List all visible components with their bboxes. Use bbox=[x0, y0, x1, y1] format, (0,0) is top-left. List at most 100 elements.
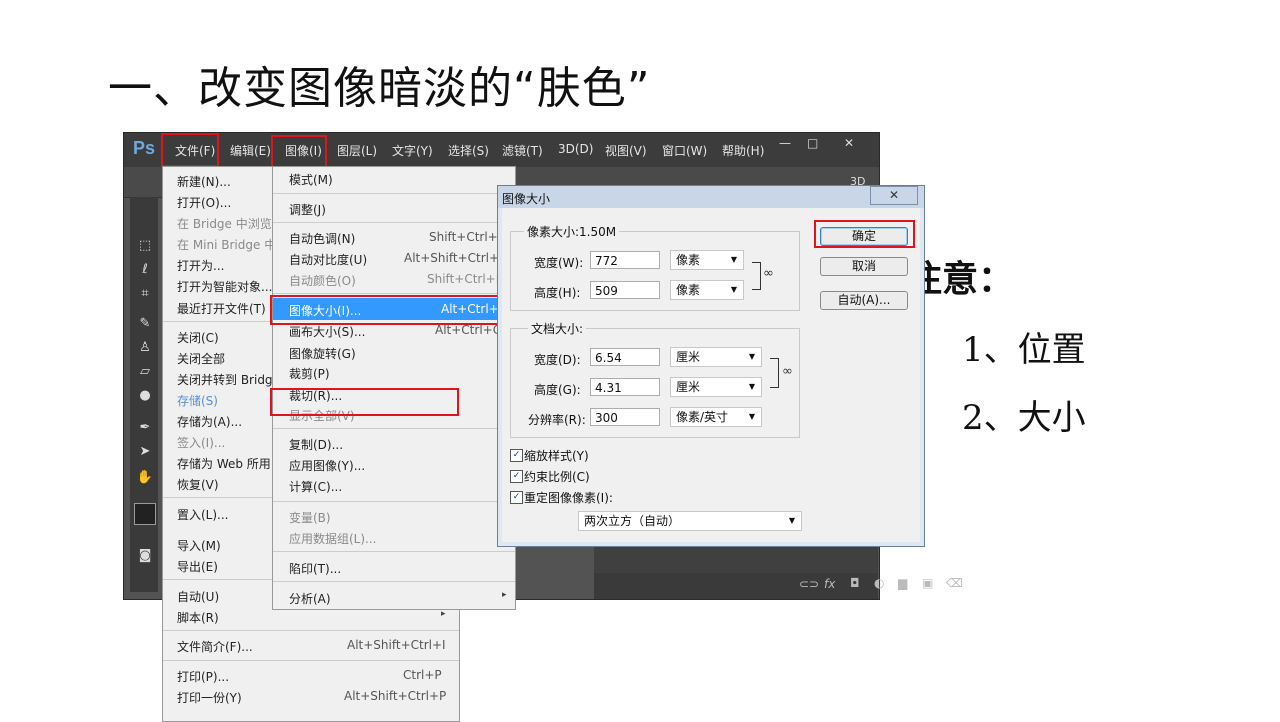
resolution-input[interactable]: 300 bbox=[590, 408, 660, 426]
maximize-icon[interactable]: □ bbox=[807, 136, 818, 150]
file-menu-item[interactable]: 新建(N)... bbox=[177, 173, 231, 190]
pixel-dimensions-label: 像素大小:1.50M bbox=[524, 223, 620, 240]
image-menu-item[interactable]: 画布大小(S)... bbox=[289, 323, 365, 340]
group-folder-icon[interactable]: ▆ bbox=[898, 576, 907, 590]
trash-icon[interactable]: ⌫ bbox=[946, 576, 963, 590]
menu-edit[interactable]: 编辑(E) bbox=[230, 142, 271, 159]
file-menu-item[interactable]: 最近打开文件(T) bbox=[177, 300, 266, 317]
image-menu-item[interactable]: 自动对比度(U) bbox=[289, 251, 367, 268]
file-menu-item[interactable]: 打开为... bbox=[177, 257, 224, 274]
file-menu-item[interactable]: 文件简介(F)... bbox=[177, 638, 253, 655]
file-menu-item-save[interactable]: 存储(S) bbox=[177, 392, 218, 409]
scale-styles-checkbox[interactable]: ✓ bbox=[510, 449, 523, 462]
close-icon[interactable]: ✕ bbox=[844, 136, 854, 150]
image-menu-item[interactable]: 自动颜色(O) bbox=[289, 272, 356, 289]
new-layer-icon[interactable]: ▣ bbox=[922, 576, 933, 590]
file-menu-item[interactable]: 打印一份(Y) bbox=[177, 689, 242, 706]
menu-separator bbox=[273, 428, 515, 429]
pen-tool-icon[interactable]: ✒ bbox=[136, 419, 154, 437]
image-menu-item[interactable]: 图像旋转(G) bbox=[289, 345, 356, 362]
auto-button[interactable]: 自动(A)... bbox=[820, 291, 908, 310]
menu-shortcut: Alt+Ctrl+C bbox=[435, 323, 502, 337]
file-menu-item[interactable]: 在 Bridge 中浏览 bbox=[177, 215, 272, 232]
file-menu-item[interactable]: 在 Mini Bridge 中 bbox=[177, 236, 276, 253]
file-menu-item[interactable]: 签入(I)... bbox=[177, 434, 225, 451]
file-menu-item[interactable]: 关闭全部 bbox=[177, 350, 225, 367]
image-menu-item[interactable]: 模式(M) bbox=[289, 171, 333, 188]
menu-view[interactable]: 视图(V) bbox=[605, 142, 647, 159]
layers-panel-footer: ⊂⊃ fx ◘ ◐ ▆ ▣ ⌫ bbox=[594, 573, 963, 599]
dialog-close-icon[interactable]: ✕ bbox=[870, 186, 918, 205]
image-menu-item[interactable]: 应用数据组(L)... bbox=[289, 530, 377, 547]
menu-separator bbox=[273, 581, 515, 582]
doc-height-unit-value: 厘米 bbox=[676, 380, 701, 394]
lasso-tool-icon[interactable]: ℓ bbox=[136, 261, 154, 279]
width-unit-select[interactable]: 像素 ▼ bbox=[670, 250, 744, 270]
constrain-proportions-checkbox[interactable]: ✓ bbox=[510, 470, 523, 483]
menu-3d[interactable]: 3D(D) bbox=[558, 142, 593, 156]
height-input[interactable]: 509 bbox=[590, 281, 660, 299]
menu-select[interactable]: 选择(S) bbox=[448, 142, 489, 159]
doc-height-unit-select[interactable]: 厘米 ▼ bbox=[670, 377, 762, 397]
mask-icon[interactable]: ◘ bbox=[850, 576, 860, 590]
height-unit-select[interactable]: 像素 ▼ bbox=[670, 280, 744, 300]
image-menu-item[interactable]: 变量(B) bbox=[289, 509, 331, 526]
slide-title: 一、改变图像暗淡的“肤色” bbox=[108, 63, 651, 114]
foreground-color-swatch[interactable] bbox=[134, 503, 156, 525]
menu-bar: Ps 文件(F) 编辑(E) 图像(I) 图层(L) 文字(Y) 选择(S) 滤… bbox=[124, 133, 879, 167]
file-menu-item[interactable]: 存储为(A)... bbox=[177, 413, 242, 430]
doc-height-input[interactable]: 4.31 bbox=[590, 378, 660, 396]
width-input[interactable]: 772 bbox=[590, 251, 660, 269]
image-menu-item[interactable]: 应用图像(Y)... bbox=[289, 457, 365, 474]
file-menu-item[interactable]: 导入(M) bbox=[177, 537, 221, 554]
image-menu-item[interactable]: 自动色调(N) bbox=[289, 230, 355, 247]
menu-type[interactable]: 文字(Y) bbox=[392, 142, 433, 159]
file-menu-item[interactable]: 脚本(R) bbox=[177, 609, 219, 626]
cancel-button[interactable]: 取消 bbox=[820, 257, 908, 276]
doc-width-input[interactable]: 6.54 bbox=[590, 348, 660, 366]
file-menu-item[interactable]: 打开为智能对象... bbox=[177, 278, 272, 295]
image-menu-item[interactable]: 复制(D)... bbox=[289, 436, 343, 453]
adjustment-layer-icon[interactable]: ◐ bbox=[874, 576, 884, 590]
stamp-tool-icon[interactable]: ♙ bbox=[136, 339, 154, 357]
file-menu-item[interactable]: 导出(E) bbox=[177, 558, 218, 575]
resample-checkbox[interactable]: ✓ bbox=[510, 491, 523, 504]
quick-mask-icon[interactable]: ◙ bbox=[136, 547, 154, 565]
resample-method-select[interactable]: 两次立方（自动） ▼ bbox=[578, 511, 802, 531]
minimize-icon[interactable]: — bbox=[779, 136, 791, 150]
height-label: 高度(H): bbox=[534, 286, 581, 300]
image-menu-item[interactable]: 计算(C)... bbox=[289, 478, 342, 495]
menu-layer[interactable]: 图层(L) bbox=[337, 142, 377, 159]
blur-tool-icon[interactable]: ● bbox=[136, 387, 154, 405]
file-menu-item[interactable]: 自动(U) bbox=[177, 588, 219, 605]
menu-shortcut: Shift+Ctrl+L bbox=[429, 230, 505, 244]
crop-tool-icon[interactable]: ⌗ bbox=[136, 285, 154, 303]
image-menu-item[interactable]: 陷印(T)... bbox=[289, 560, 341, 577]
eraser-tool-icon[interactable]: ▱ bbox=[136, 363, 154, 381]
file-menu-item[interactable]: 恢复(V) bbox=[177, 476, 219, 493]
fx-icon[interactable]: fx bbox=[824, 577, 835, 591]
image-menu-item[interactable]: 裁剪(P) bbox=[289, 365, 330, 382]
file-menu-item[interactable]: 关闭(C) bbox=[177, 329, 219, 346]
path-select-tool-icon[interactable]: ➤ bbox=[136, 443, 154, 461]
menu-help[interactable]: 帮助(H) bbox=[722, 142, 764, 159]
image-menu-item[interactable]: 分析(A) bbox=[289, 590, 331, 607]
image-menu-item[interactable]: 调整(J) bbox=[289, 201, 326, 218]
chain-link-icon: ∞ bbox=[782, 364, 793, 379]
hand-tool-icon[interactable]: ✋ bbox=[136, 469, 154, 487]
annotation-box-crop bbox=[270, 388, 459, 416]
doc-width-unit-select[interactable]: 厘米 ▼ bbox=[670, 347, 762, 367]
link-layers-icon[interactable]: ⊂⊃ bbox=[799, 577, 819, 591]
file-menu-item[interactable]: 打印(P)... bbox=[177, 668, 229, 685]
file-menu-item[interactable]: 存储为 Web 所用 bbox=[177, 455, 271, 472]
chevron-down-icon: ▼ bbox=[748, 412, 755, 421]
marquee-tool-icon[interactable]: ⬚ bbox=[136, 237, 154, 255]
chain-link-icon: ∞ bbox=[763, 266, 774, 281]
resolution-unit-select[interactable]: 像素/英寸 ▼ bbox=[670, 407, 762, 427]
file-menu-item[interactable]: 置入(L)... bbox=[177, 506, 229, 523]
menu-window[interactable]: 窗口(W) bbox=[662, 142, 707, 159]
file-menu-item[interactable]: 打开(O)... bbox=[177, 194, 231, 211]
healing-tool-icon[interactable]: ✎ bbox=[136, 315, 154, 333]
menu-filter[interactable]: 滤镜(T) bbox=[502, 142, 543, 159]
note-item-size: 2、大小 bbox=[962, 398, 1086, 438]
